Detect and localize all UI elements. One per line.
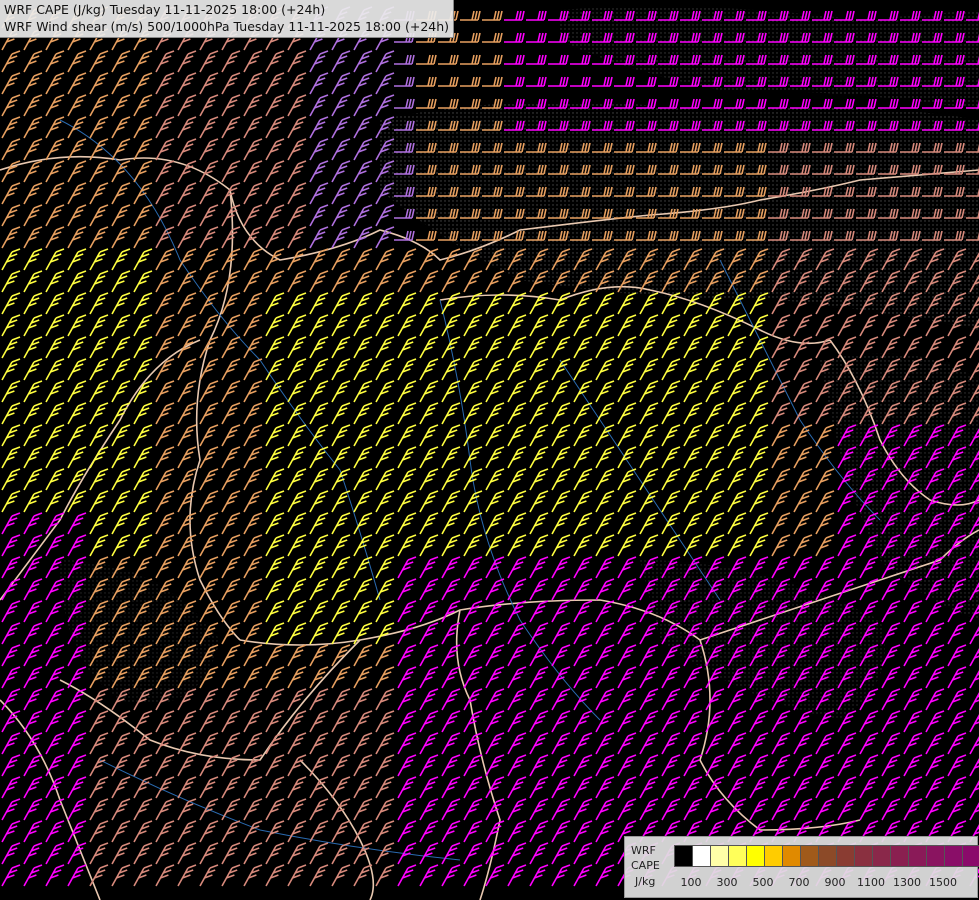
legend-swatch (908, 845, 927, 867)
cape-legend: WRF CAPE J/kg 100 300 500 700 900 1100 1300 150… (624, 836, 979, 898)
legend-swatch (746, 845, 765, 867)
legend-model: WRF (631, 844, 656, 857)
legend-swatch (782, 845, 801, 867)
legend-tick-label: 700 (788, 876, 810, 889)
legend-swatch (728, 845, 747, 867)
legend-swatch (872, 845, 891, 867)
legend-swatch (836, 845, 855, 867)
legend-swatch (818, 845, 837, 867)
cape-title: WRF CAPE (J/kg) Tuesday 11-11-2025 18:00… (4, 2, 326, 17)
legend-swatch (890, 845, 909, 867)
legend-swatch (710, 845, 729, 867)
legend-unit: J/kg (635, 875, 656, 888)
legend-swatch (926, 845, 945, 867)
forecast-map (0, 0, 979, 900)
legend-color-scale (674, 845, 979, 867)
legend-tick-label: 1500 (929, 876, 957, 889)
legend-tick-label: 300 (716, 876, 738, 889)
legend-tick-label: 500 (752, 876, 774, 889)
legend-swatch (854, 845, 873, 867)
legend-swatch (800, 845, 819, 867)
map-title-box: WRF CAPE (J/kg) Tuesday 11-11-2025 18:00… (0, 0, 455, 38)
legend-variable: CAPE (631, 859, 660, 872)
legend-swatch (674, 845, 693, 867)
legend-swatch (962, 845, 979, 867)
legend-swatch (764, 845, 783, 867)
legend-tick-label: 900 (824, 876, 846, 889)
legend-swatch (944, 845, 963, 867)
shear-title: WRF Wind shear (m/s) 500/1000hPa Tuesday… (4, 19, 450, 34)
legend-tick-label: 1100 (857, 876, 885, 889)
legend-swatch (692, 845, 711, 867)
legend-tick-label: 100 (680, 876, 702, 889)
legend-tick-label: 1300 (893, 876, 921, 889)
